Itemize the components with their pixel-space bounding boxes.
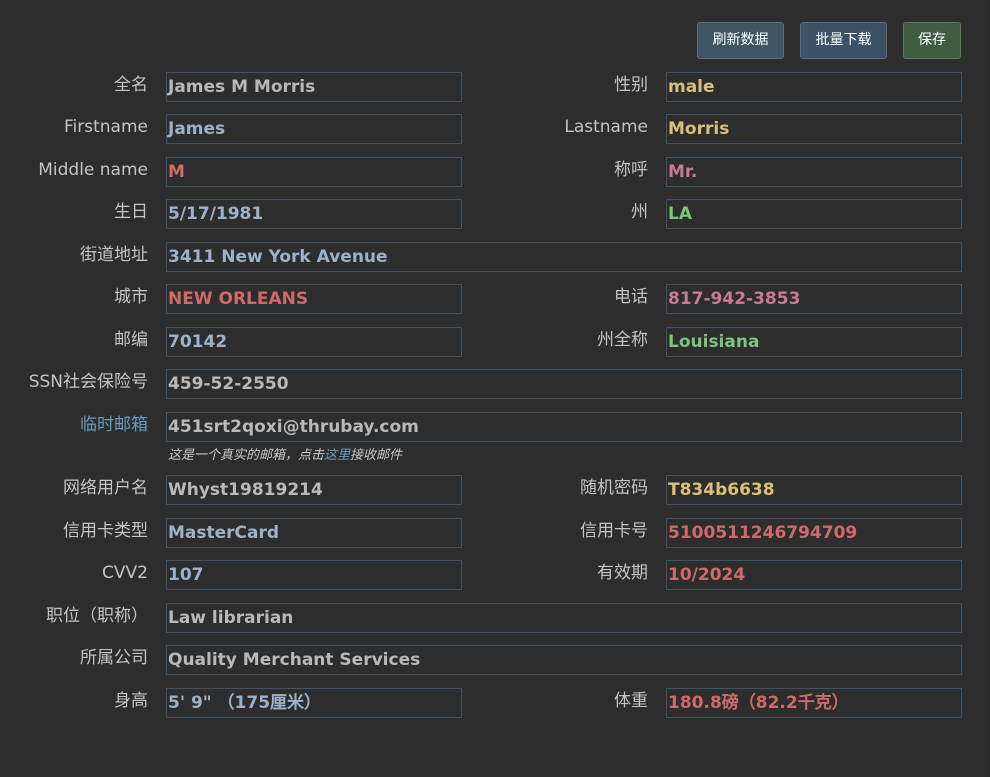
ssn-field[interactable]: 459-52-2550 [166,369,962,399]
card-number-field[interactable]: 5100511246794709 [666,518,962,548]
temp-email-label[interactable]: 临时邮箱 [80,414,148,436]
salutation-field[interactable]: Mr. [666,157,962,187]
occupation-label: 职位（职称） [46,606,148,626]
card-number-label: 信用卡号 [580,521,648,541]
card-type-field[interactable]: MasterCard [166,518,462,548]
birthday-label: 生日 [114,202,148,222]
street-label: 街道地址 [80,245,148,265]
username-label: 网络用户名 [63,478,148,498]
ssn-label: SSN社会保险号 [28,372,148,392]
expiry-label: 有效期 [597,563,648,583]
zip-field[interactable]: 70142 [166,327,462,357]
password-label: 随机密码 [580,478,648,498]
hint-prefix: 这是一个真实的邮箱，点击 [168,448,325,463]
weight-label: 体重 [614,691,648,711]
gender-label: 性别 [614,75,648,95]
state-field[interactable]: LA [666,199,962,229]
batch-download-button[interactable]: 批量下载 [800,22,887,59]
company-field[interactable]: Quality Merchant Services [166,645,962,675]
salutation-label: 称呼 [614,160,648,180]
phone-field[interactable]: 817-942-3853 [666,284,962,314]
state-full-field[interactable]: Louisiana [666,327,962,357]
state-full-label: 州全称 [597,330,648,350]
firstname-field[interactable]: James [166,114,462,144]
lastname-label: Lastname [564,117,648,137]
save-button[interactable]: 保存 [903,22,961,59]
middlename-field[interactable]: M [166,157,462,187]
phone-label: 电话 [614,287,648,307]
birthday-field[interactable]: 5/17/1981 [166,199,462,229]
temp-email-hint: 这是一个真实的邮箱，点击这里接收邮件 [168,444,402,463]
gender-field[interactable]: male [666,72,962,102]
height-label: 身高 [114,691,148,711]
password-field[interactable]: T834b6638 [666,475,962,505]
card-type-label: 信用卡类型 [63,521,148,541]
lastname-field[interactable]: Morris [666,114,962,144]
middlename-label: Middle name [38,160,148,180]
cvv-label: CVV2 [102,563,148,583]
username-field[interactable]: Whyst19819214 [166,475,462,505]
weight-field[interactable]: 180.8磅（82.2千克） [666,688,962,718]
refresh-data-button[interactable]: 刷新数据 [697,22,784,59]
fullname-label: 全名 [114,75,148,95]
expiry-field[interactable]: 10/2024 [666,560,962,590]
firstname-label: Firstname [64,117,148,137]
hint-suffix: 接收邮件 [350,448,403,463]
city-field[interactable]: NEW ORLEANS [166,284,462,314]
fullname-field[interactable]: James M Morris [166,72,462,102]
zip-label: 邮编 [114,330,148,350]
state-label: 州 [631,202,648,222]
scrollbar[interactable] [986,0,990,777]
company-label: 所属公司 [80,648,148,668]
receive-mail-link[interactable]: 这里 [324,448,350,463]
height-field[interactable]: 5' 9" （175厘米） [166,688,462,718]
city-label: 城市 [114,287,148,307]
occupation-field[interactable]: Law librarian [166,603,962,633]
cvv-field[interactable]: 107 [166,560,462,590]
street-field[interactable]: 3411 New York Avenue [166,242,962,272]
temp-email-field[interactable]: 451srt2qoxi@thrubay.com [166,412,962,442]
